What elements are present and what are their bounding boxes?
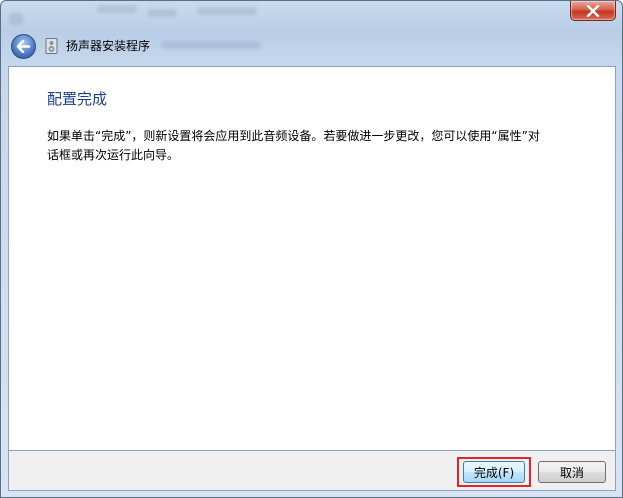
speaker-setup-icon (45, 38, 58, 54)
window-title: 扬声器安装程序 (66, 39, 151, 53)
page-heading: 配置完成 (47, 90, 108, 108)
page-description: 如果单击“完成”，则新设置将会应用到此音频设备。若要做进一步更改，您可以使用“属… (47, 129, 540, 162)
cancel-button[interactable]: 取消 (538, 461, 606, 483)
blurred-background (9, 13, 23, 25)
blurred-background (197, 7, 257, 15)
button-bar: 完成(F) 取消 (8, 451, 616, 491)
finish-highlight: 完成(F) (457, 457, 531, 487)
close-icon (586, 4, 600, 17)
wizard-window: 扬声器安装程序 配置完成 如果单击“完成”，则新设置将会应用到此音频设备。若要做… (0, 0, 623, 498)
finish-button[interactable]: 完成(F) (463, 461, 525, 483)
back-button[interactable] (11, 34, 36, 59)
blurred-background (97, 5, 137, 13)
back-arrow-icon (16, 40, 31, 53)
blurred-background (147, 9, 177, 17)
blurred-background (161, 41, 261, 49)
close-button[interactable] (570, 1, 616, 21)
content-panel: 配置完成 如果单击“完成”，则新设置将会应用到此音频设备。若要做进一步更改，您可… (8, 66, 616, 451)
